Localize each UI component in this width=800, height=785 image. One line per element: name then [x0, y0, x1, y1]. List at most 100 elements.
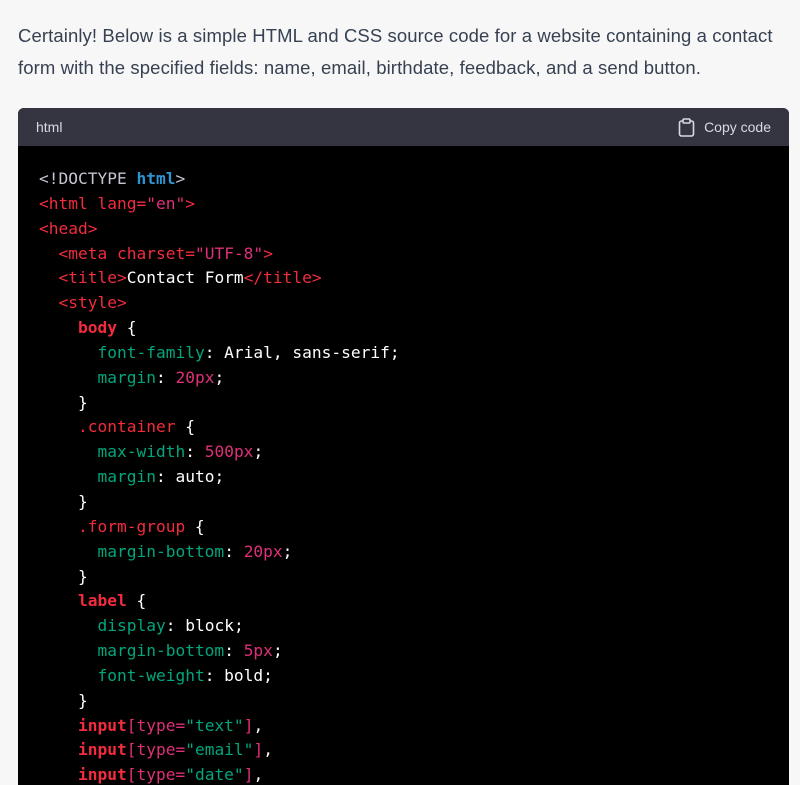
code-token: : bold; [204, 665, 273, 685]
code-token: "email" [185, 740, 254, 760]
code-token: .container [77, 417, 176, 437]
code-token: ] [253, 740, 264, 760]
code-line: <style> [39, 291, 769, 316]
code-token: margin [97, 367, 156, 387]
code-token: <head> [39, 218, 98, 238]
code-token: { [126, 591, 147, 611]
code-token: : Arial, sans-serif; [204, 342, 400, 362]
code-token: input [77, 765, 127, 785]
code-line: margin-bottom: 20px; [39, 540, 769, 565]
code-line: input[type="text"], [39, 714, 769, 739]
code-line: .form-group { [39, 515, 769, 540]
code-token: .form-group [77, 516, 186, 536]
code-token: input [77, 715, 127, 735]
code-line: input[type="date"], [39, 763, 769, 785]
code-token: "en" [146, 193, 186, 213]
code-line: <html lang="en"> [39, 192, 769, 217]
code-token: <title> [58, 268, 127, 288]
code-line: display: block; [39, 614, 769, 639]
code-token: body [77, 318, 117, 338]
code-line: } [39, 391, 769, 416]
code-token: 500px [204, 442, 254, 462]
code-token: } [39, 690, 88, 710]
code-token: 20px [243, 541, 283, 561]
code-token: <!DOCTYPE [39, 169, 137, 188]
code-line: <!DOCTYPE html> [39, 167, 769, 192]
code-token: 20px [175, 367, 215, 387]
code-line: <head> [39, 217, 769, 242]
code-token: Contact Form [126, 268, 244, 288]
code-token: label [77, 591, 127, 611]
code-block: html Copy code <!DOCTYPE html> <html lang… [18, 108, 789, 785]
code-content: <!DOCTYPE html> <html lang="en"> <head> <m… [18, 146, 789, 785]
code-token: : [224, 541, 244, 561]
code-line: font-weight: bold; [39, 664, 769, 689]
code-token: input [77, 740, 127, 760]
code-token: margin-bottom [97, 541, 225, 561]
code-token: margin [97, 467, 156, 487]
code-token: <html [39, 193, 98, 213]
code-token: </title> [243, 268, 322, 288]
code-token: [type= [126, 715, 186, 735]
code-token: max-width [97, 442, 186, 462]
code-token: : [224, 641, 244, 661]
code-line: body { [39, 316, 769, 341]
code-token: > [263, 243, 273, 263]
code-token: html [136, 169, 176, 188]
code-token: { [116, 318, 137, 338]
code-token: ] [243, 765, 254, 785]
code-line: <title>Contact Form</title> [39, 266, 769, 291]
code-line: label { [39, 589, 769, 614]
code-token: margin-bottom [97, 641, 225, 661]
code-line: max-width: 500px; [39, 440, 769, 465]
code-token: ; [282, 541, 293, 561]
code-token: "text" [185, 715, 244, 735]
code-token: , [263, 740, 273, 760]
code-token: "UTF-8" [194, 243, 264, 263]
code-token: ; [253, 442, 264, 462]
code-token: display [97, 616, 166, 636]
clipboard-icon [678, 117, 695, 137]
code-token: : [185, 442, 205, 462]
code-line: } [39, 490, 769, 515]
code-token: > [185, 193, 195, 213]
code-block-header: html Copy code [18, 108, 789, 146]
code-token: <style> [58, 293, 127, 313]
code-line: <meta charset="UTF-8"> [39, 242, 769, 267]
code-token: ; [214, 367, 225, 387]
code-token: "date" [185, 765, 244, 785]
copy-code-button[interactable]: Copy code [678, 117, 771, 137]
code-token: charset= [116, 243, 195, 263]
code-line: margin: 20px; [39, 366, 769, 391]
code-token: : [155, 367, 176, 387]
code-token: <meta [58, 243, 117, 263]
code-token: > [175, 169, 186, 188]
code-token: [type= [126, 740, 186, 760]
code-token: ] [243, 715, 254, 735]
code-token: font-weight [97, 665, 205, 685]
code-token: { [185, 516, 205, 536]
copy-code-label: Copy code [704, 119, 771, 135]
code-token: font-family [97, 342, 205, 362]
code-line: input[type="email"], [39, 738, 769, 763]
code-line: } [39, 689, 769, 714]
code-token: , [253, 715, 264, 735]
code-token: ; [272, 641, 283, 661]
code-token: , [253, 765, 264, 785]
